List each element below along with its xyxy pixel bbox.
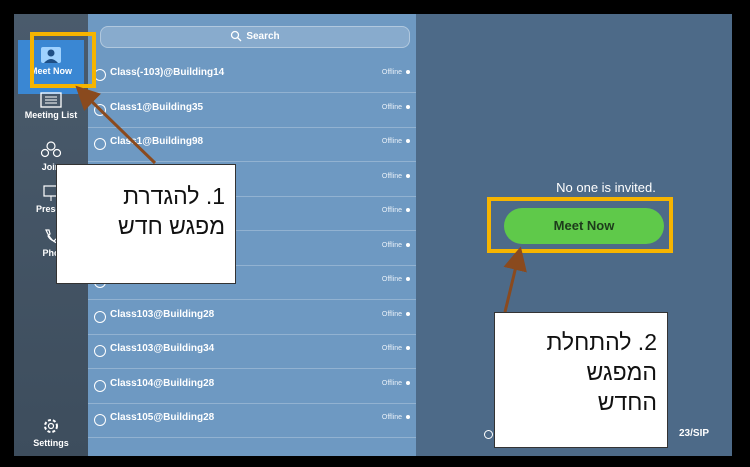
callout-line: החדש <box>597 389 657 415</box>
callout-line: 2. להתחלת <box>546 329 657 355</box>
callout-step-1: 1. להגדרת מפגש חדש <box>56 164 236 284</box>
arrow-to-meet-now-tab <box>75 85 157 165</box>
arrow-to-meet-now-button <box>503 246 527 313</box>
callout-line: מפגש חדש <box>118 213 225 239</box>
callout-line: 1. להגדרת <box>123 183 225 209</box>
callout-line: המפגש <box>586 359 657 385</box>
callout-step-2: 2. להתחלת המפגש החדש <box>494 312 668 448</box>
